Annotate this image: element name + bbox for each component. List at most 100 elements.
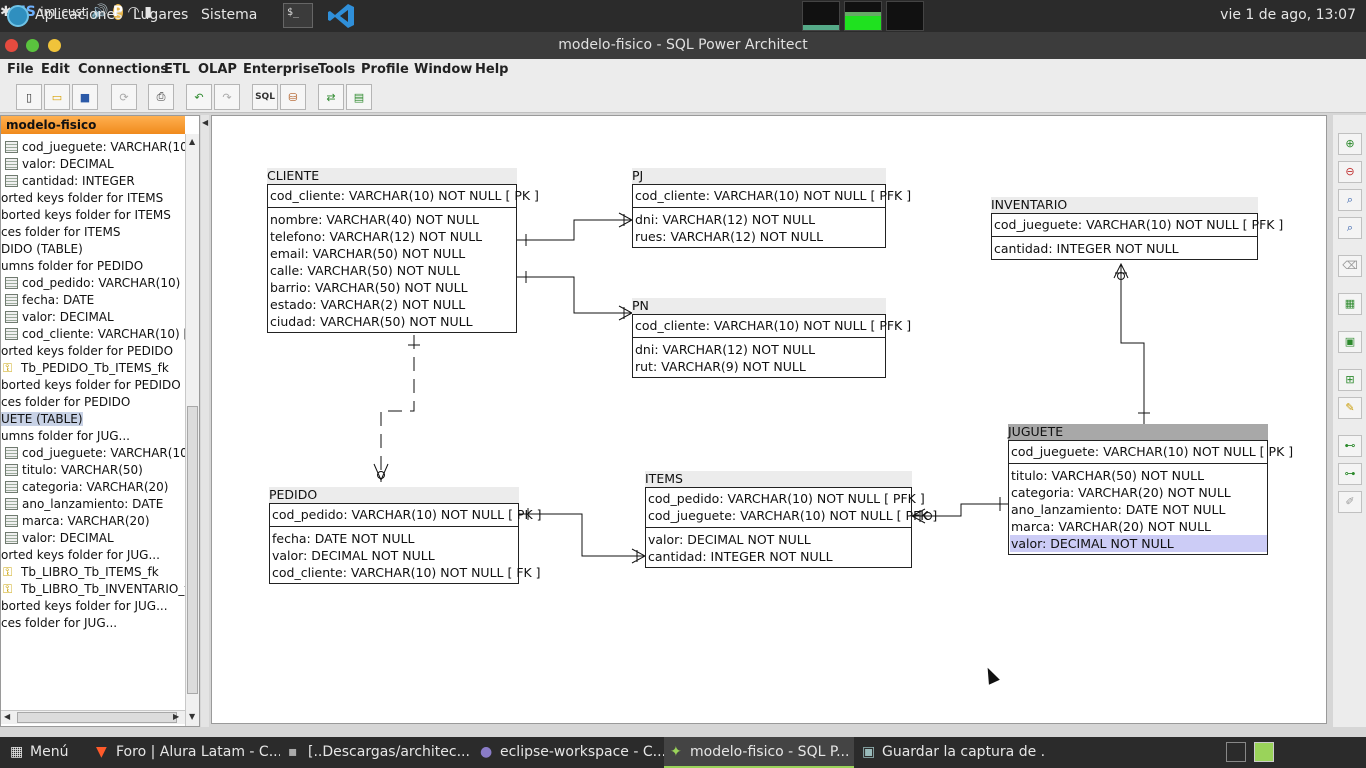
pk-column[interactable]: cod_jueguete: VARCHAR(10) NOT NULL [ PFK… bbox=[993, 216, 1283, 233]
tree-row[interactable]: ⚿ Tb_LIBRO_Tb_INVENTARIO_fk bbox=[1, 580, 185, 597]
table-column[interactable]: email: VARCHAR(50) NOT NULL bbox=[269, 245, 516, 262]
menu-profile[interactable]: Profile bbox=[361, 62, 409, 77]
tree-row[interactable]: ces folder for JUG... bbox=[1, 614, 185, 631]
table-column[interactable]: titulo: VARCHAR(50) NOT NULL bbox=[1010, 467, 1267, 484]
tree-horizontal-scrollbar[interactable]: ◀ ▶ bbox=[1, 710, 185, 724]
minimize-window-button[interactable] bbox=[48, 39, 61, 52]
tree-row[interactable]: UETE (TABLE) bbox=[1, 410, 185, 427]
insert-column-icon[interactable]: ⊞ bbox=[1338, 369, 1362, 391]
tree-row[interactable]: borted keys folder for ITEMS bbox=[1, 206, 185, 223]
task-terminal[interactable]: ▪ [..Descargas/architec... bbox=[282, 737, 472, 768]
task-brave[interactable]: ▼ Foro | Alura Latam - C... bbox=[90, 737, 280, 768]
table-pedido[interactable]: PEDIDO cod_pedido: VARCHAR(10) NOT NULL … bbox=[269, 487, 542, 584]
table-juguete[interactable]: JUGUETE cod_jueguete: VARCHAR(10) NOT NU… bbox=[1008, 424, 1293, 555]
zoom-out-icon[interactable]: ⊖ bbox=[1338, 161, 1362, 183]
report-icon[interactable]: ▤ bbox=[346, 84, 372, 110]
table-column[interactable]: categoria: VARCHAR(20) NOT NULL bbox=[1010, 484, 1267, 501]
tree-row[interactable]: orted keys folder for ITEMS bbox=[1, 189, 185, 206]
zoom-in-icon[interactable]: ⊕ bbox=[1338, 133, 1362, 155]
clock[interactable]: vie 1 de ago, 13:07 bbox=[1220, 7, 1356, 23]
undo-icon[interactable]: ↶ bbox=[186, 84, 212, 110]
table-column[interactable]: valor: DECIMAL NOT NULL bbox=[1010, 535, 1267, 552]
scroll-up-icon[interactable]: ▲ bbox=[189, 137, 195, 146]
table-column[interactable]: cantidad: INTEGER NOT NULL bbox=[647, 548, 911, 565]
tree-row[interactable]: valor: DECIMAL bbox=[1, 308, 185, 325]
redo-icon[interactable]: ↷ bbox=[214, 84, 240, 110]
tree-row[interactable]: umns folder for PEDIDO bbox=[1, 257, 185, 274]
workspace-2[interactable] bbox=[1254, 742, 1274, 762]
tree-row[interactable]: valor: DECIMAL bbox=[1, 529, 185, 546]
workspace-1[interactable] bbox=[1226, 742, 1246, 762]
menu-enterprise[interactable]: Enterprise bbox=[243, 62, 319, 77]
menu-aplicaciones[interactable]: Aplicaciones bbox=[35, 7, 122, 23]
table-column[interactable]: telefono: VARCHAR(12) NOT NULL bbox=[269, 228, 516, 245]
menu-connections[interactable]: Connections bbox=[78, 62, 168, 77]
scroll-left-icon[interactable]: ◀ bbox=[4, 712, 10, 721]
tree-row[interactable]: cod_jueguete: VARCHAR(10) bbox=[1, 138, 185, 155]
tree-row[interactable]: ⚿ Tb_PEDIDO_Tb_ITEMS_fk bbox=[1, 359, 185, 376]
save-icon[interactable]: ■ bbox=[72, 84, 98, 110]
window-titlebar[interactable]: modelo-fisico - SQL Power Architect bbox=[0, 32, 1366, 59]
non-identifying-relationship-icon[interactable]: ⊶ bbox=[1338, 463, 1362, 485]
table-column[interactable]: valor: DECIMAL NOT NULL bbox=[271, 547, 518, 564]
tree-row[interactable]: ano_lanzamiento: DATE bbox=[1, 495, 185, 512]
table-column[interactable]: estado: VARCHAR(2) NOT NULL bbox=[269, 296, 516, 313]
table-column[interactable]: rut: VARCHAR(9) NOT NULL bbox=[634, 358, 885, 375]
task-architect[interactable]: ✦ modelo-fisico - SQL P... bbox=[664, 737, 854, 768]
maximize-window-button[interactable] bbox=[26, 39, 39, 52]
refresh-icon[interactable]: ⟳ bbox=[111, 84, 137, 110]
split-pane-divider[interactable]: ◀ bbox=[201, 115, 209, 727]
table-cliente[interactable]: CLIENTE cod_cliente: VARCHAR(10) NOT NUL… bbox=[267, 168, 539, 333]
tree-vertical-scrollbar[interactable]: ▲ ▼ bbox=[185, 134, 199, 726]
new-view-icon[interactable]: ▣ bbox=[1338, 331, 1362, 353]
table-column[interactable]: ciudad: VARCHAR(50) NOT NULL bbox=[269, 313, 516, 330]
pk-column[interactable]: cod_jueguete: VARCHAR(10) NOT NULL [ PK … bbox=[1010, 443, 1293, 460]
menu-lugares[interactable]: Lugares bbox=[133, 7, 188, 23]
table-column[interactable]: valor: DECIMAL NOT NULL bbox=[647, 531, 911, 548]
tree-row[interactable]: marca: VARCHAR(20) bbox=[1, 512, 185, 529]
pk-column[interactable]: cod_pedido: VARCHAR(10) NOT NULL [ PFK ] bbox=[647, 490, 925, 507]
zoom-fit-icon[interactable]: ⌕ bbox=[1338, 217, 1362, 239]
table-column[interactable]: dni: VARCHAR(12) NOT NULL bbox=[634, 341, 885, 358]
table-items[interactable]: ITEMS cod_pedido: VARCHAR(10) NOT NULL [… bbox=[645, 471, 937, 568]
table-column[interactable]: dni: VARCHAR(12) NOT NULL bbox=[634, 211, 885, 228]
table-pn[interactable]: PN cod_cliente: VARCHAR(10) NOT NULL [ P… bbox=[632, 298, 911, 378]
pk-column[interactable]: cod_cliente: VARCHAR(10) NOT NULL [ PFK … bbox=[634, 317, 911, 334]
identifying-relationship-icon[interactable]: ⊷ bbox=[1338, 435, 1362, 457]
tree-row[interactable]: orted keys folder for PEDIDO bbox=[1, 342, 185, 359]
menu-file[interactable]: File bbox=[7, 62, 34, 77]
tree-row[interactable]: categoria: VARCHAR(20) bbox=[1, 478, 185, 495]
table-column[interactable]: barrio: VARCHAR(50) NOT NULL bbox=[269, 279, 516, 296]
close-window-button[interactable] bbox=[5, 39, 18, 52]
open-folder-icon[interactable]: ▭ bbox=[44, 84, 70, 110]
scroll-down-icon[interactable]: ▼ bbox=[189, 712, 195, 721]
edit-icon[interactable]: ✎ bbox=[1338, 397, 1362, 419]
database-icon[interactable]: ⛁ bbox=[280, 84, 306, 110]
menu-etl[interactable]: ETL bbox=[164, 62, 190, 77]
tree-row[interactable]: cod_cliente: VARCHAR(10) [ F bbox=[1, 325, 185, 342]
scroll-right-icon[interactable]: ▶ bbox=[173, 712, 179, 721]
menu-help[interactable]: Help bbox=[475, 62, 508, 77]
tree-row[interactable]: orted keys folder for JUG... bbox=[1, 546, 185, 563]
tree-row[interactable]: ⚿ Tb_LIBRO_Tb_ITEMS_fk bbox=[1, 563, 185, 580]
table-column[interactable]: fecha: DATE NOT NULL bbox=[271, 530, 518, 547]
distro-logo-icon[interactable] bbox=[7, 5, 29, 27]
menu-olap[interactable]: OLAP bbox=[198, 62, 237, 77]
menu-window[interactable]: Window bbox=[414, 62, 472, 77]
menu-sistema[interactable]: Sistema bbox=[201, 7, 257, 23]
new-file-icon[interactable]: ▯ bbox=[16, 84, 42, 110]
start-menu-button[interactable]: ▦ Menú bbox=[4, 737, 82, 768]
table-column[interactable]: ano_lanzamiento: DATE NOT NULL bbox=[1010, 501, 1267, 518]
tree-row[interactable]: fecha: DATE bbox=[1, 291, 185, 308]
scroll-thumb[interactable] bbox=[17, 712, 177, 723]
zoom-normal-icon[interactable]: ⌕ bbox=[1338, 189, 1362, 211]
tree-row[interactable]: ces folder for ITEMS bbox=[1, 223, 185, 240]
tree-row[interactable]: titulo: VARCHAR(50) bbox=[1, 461, 185, 478]
table-inventario[interactable]: INVENTARIO cod_jueguete: VARCHAR(10) NOT… bbox=[991, 197, 1283, 260]
tree-row[interactable]: borted keys folder for JUG... bbox=[1, 597, 185, 614]
tree-header[interactable]: modelo-fisico bbox=[1, 116, 185, 134]
menu-edit[interactable]: Edit bbox=[41, 62, 70, 77]
table-column[interactable]: cantidad: INTEGER NOT NULL bbox=[993, 240, 1257, 257]
pk-column[interactable]: cod_cliente: VARCHAR(10) NOT NULL [ PK ] bbox=[269, 187, 539, 204]
table-column[interactable]: nombre: VARCHAR(40) NOT NULL bbox=[269, 211, 516, 228]
